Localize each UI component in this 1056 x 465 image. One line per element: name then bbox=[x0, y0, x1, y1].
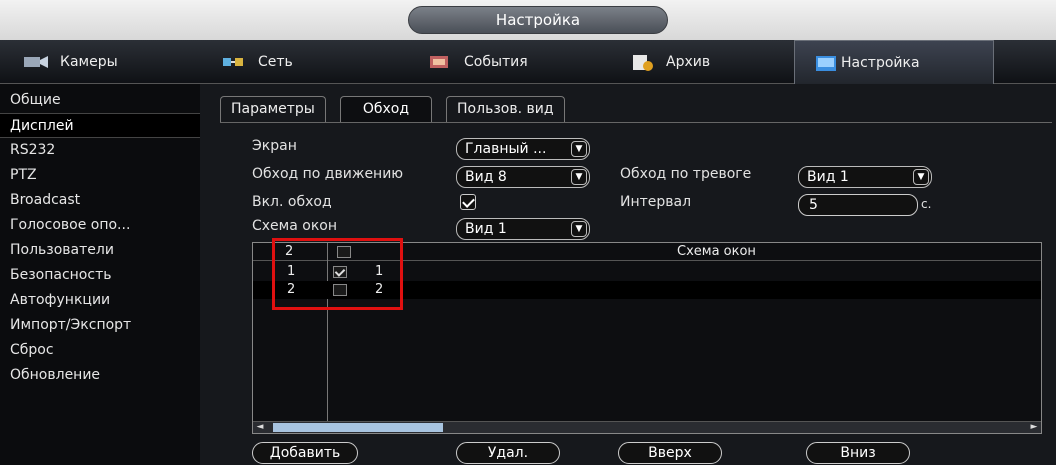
sidebar-item-broadcast[interactable]: Broadcast bbox=[0, 188, 200, 213]
chevron-down-icon: ▼ bbox=[571, 221, 587, 237]
sidebar-item-general[interactable]: Общие bbox=[0, 88, 200, 113]
chevron-down-icon: ▼ bbox=[571, 141, 587, 157]
scroll-right-icon[interactable]: ► bbox=[1027, 422, 1041, 433]
sidebar-item-update[interactable]: Обновление bbox=[0, 363, 200, 388]
alarm-tour-select[interactable]: Вид 1 ▼ bbox=[798, 166, 932, 188]
sidebar-item-rs232[interactable]: RS232 bbox=[0, 138, 200, 163]
header-title: Схема окон bbox=[677, 244, 756, 259]
motion-tour-label: Обход по движению bbox=[252, 166, 404, 182]
nav-label: Сеть bbox=[258, 54, 293, 70]
sidebar-item-auto-functions[interactable]: Автофункции bbox=[0, 288, 200, 313]
chevron-down-icon: ▼ bbox=[571, 169, 587, 185]
main-panel: Параметры Обход Пользов. вид Экран Главн… bbox=[200, 84, 1056, 465]
scrollbar-thumb[interactable] bbox=[273, 423, 443, 432]
add-button[interactable]: Добавить bbox=[252, 442, 358, 464]
enable-tour-label: Вкл. обход bbox=[252, 194, 332, 210]
tab-parameters[interactable]: Параметры bbox=[220, 96, 326, 122]
enable-tour-checkbox[interactable] bbox=[460, 194, 476, 210]
motion-tour-select[interactable]: Вид 8 ▼ bbox=[456, 166, 590, 188]
window-scheme-select[interactable]: Вид 1 ▼ bbox=[456, 218, 590, 240]
alarm-tour-label: Обход по тревоге bbox=[620, 166, 752, 182]
sidebar-item-voice-alert[interactable]: Голосовое опо... bbox=[0, 213, 200, 238]
tab-bar: Параметры Обход Пользов. вид bbox=[220, 96, 579, 122]
sidebar-item-import-export[interactable]: Импорт/Экспорт bbox=[0, 313, 200, 338]
horizontal-scrollbar[interactable]: ◄ ► bbox=[253, 421, 1041, 433]
archive-icon bbox=[628, 52, 656, 72]
move-down-button[interactable]: Вниз bbox=[806, 442, 910, 464]
title-bar: Настройка bbox=[0, 0, 1056, 40]
nav-label: Архив bbox=[666, 54, 711, 70]
annotation-highlight-box bbox=[272, 238, 403, 310]
delete-button[interactable]: Удал. bbox=[456, 442, 560, 464]
move-up-button[interactable]: Вверх bbox=[618, 442, 722, 464]
network-icon bbox=[220, 52, 248, 72]
alarm-tour-value: Вид 1 bbox=[807, 169, 849, 185]
nav-label: Настройка bbox=[841, 54, 920, 71]
sidebar-item-ptz[interactable]: PTZ bbox=[0, 163, 200, 188]
window-title: Настройка bbox=[408, 6, 668, 34]
sidebar: Общие Дисплей RS232 PTZ Broadcast Голосо… bbox=[0, 84, 200, 465]
motion-tour-value: Вид 8 bbox=[465, 169, 507, 185]
sidebar-item-reset[interactable]: Сброс bbox=[0, 338, 200, 363]
interval-input[interactable]: 5 bbox=[798, 194, 918, 216]
window-scheme-label: Схема окон bbox=[252, 218, 338, 234]
screen-label: Экран bbox=[252, 138, 297, 154]
sidebar-item-users[interactable]: Пользователи bbox=[0, 238, 200, 263]
screen-select-value: Главный ... bbox=[465, 141, 547, 157]
nav-item-settings[interactable]: Настройка bbox=[794, 40, 994, 84]
sidebar-item-display[interactable]: Дисплей bbox=[0, 113, 200, 138]
nav-item-events[interactable]: События bbox=[400, 40, 600, 84]
chevron-down-icon: ▼ bbox=[913, 169, 929, 185]
top-navigation: Камеры Сеть События Архив Настройка bbox=[0, 40, 1056, 84]
nav-label: События bbox=[464, 54, 528, 70]
screen-select[interactable]: Главный ... ▼ bbox=[456, 138, 590, 160]
scroll-left-icon[interactable]: ◄ bbox=[253, 422, 267, 433]
tab-custom-view[interactable]: Пользов. вид bbox=[446, 96, 565, 122]
events-icon bbox=[426, 52, 454, 72]
interval-label: Интервал bbox=[620, 194, 692, 210]
settings-icon bbox=[813, 53, 841, 73]
nav-label: Камеры bbox=[60, 54, 118, 70]
nav-item-archive[interactable]: Архив bbox=[600, 40, 794, 84]
nav-item-network[interactable]: Сеть bbox=[200, 40, 400, 84]
nav-item-cameras[interactable]: Камеры bbox=[0, 40, 200, 84]
window-scheme-value: Вид 1 bbox=[465, 221, 507, 237]
interval-unit: с. bbox=[921, 197, 932, 211]
tab-tour[interactable]: Обход bbox=[339, 96, 433, 122]
tab-divider bbox=[220, 122, 1052, 123]
sidebar-item-security[interactable]: Безопасность bbox=[0, 263, 200, 288]
camera-icon bbox=[22, 52, 50, 72]
